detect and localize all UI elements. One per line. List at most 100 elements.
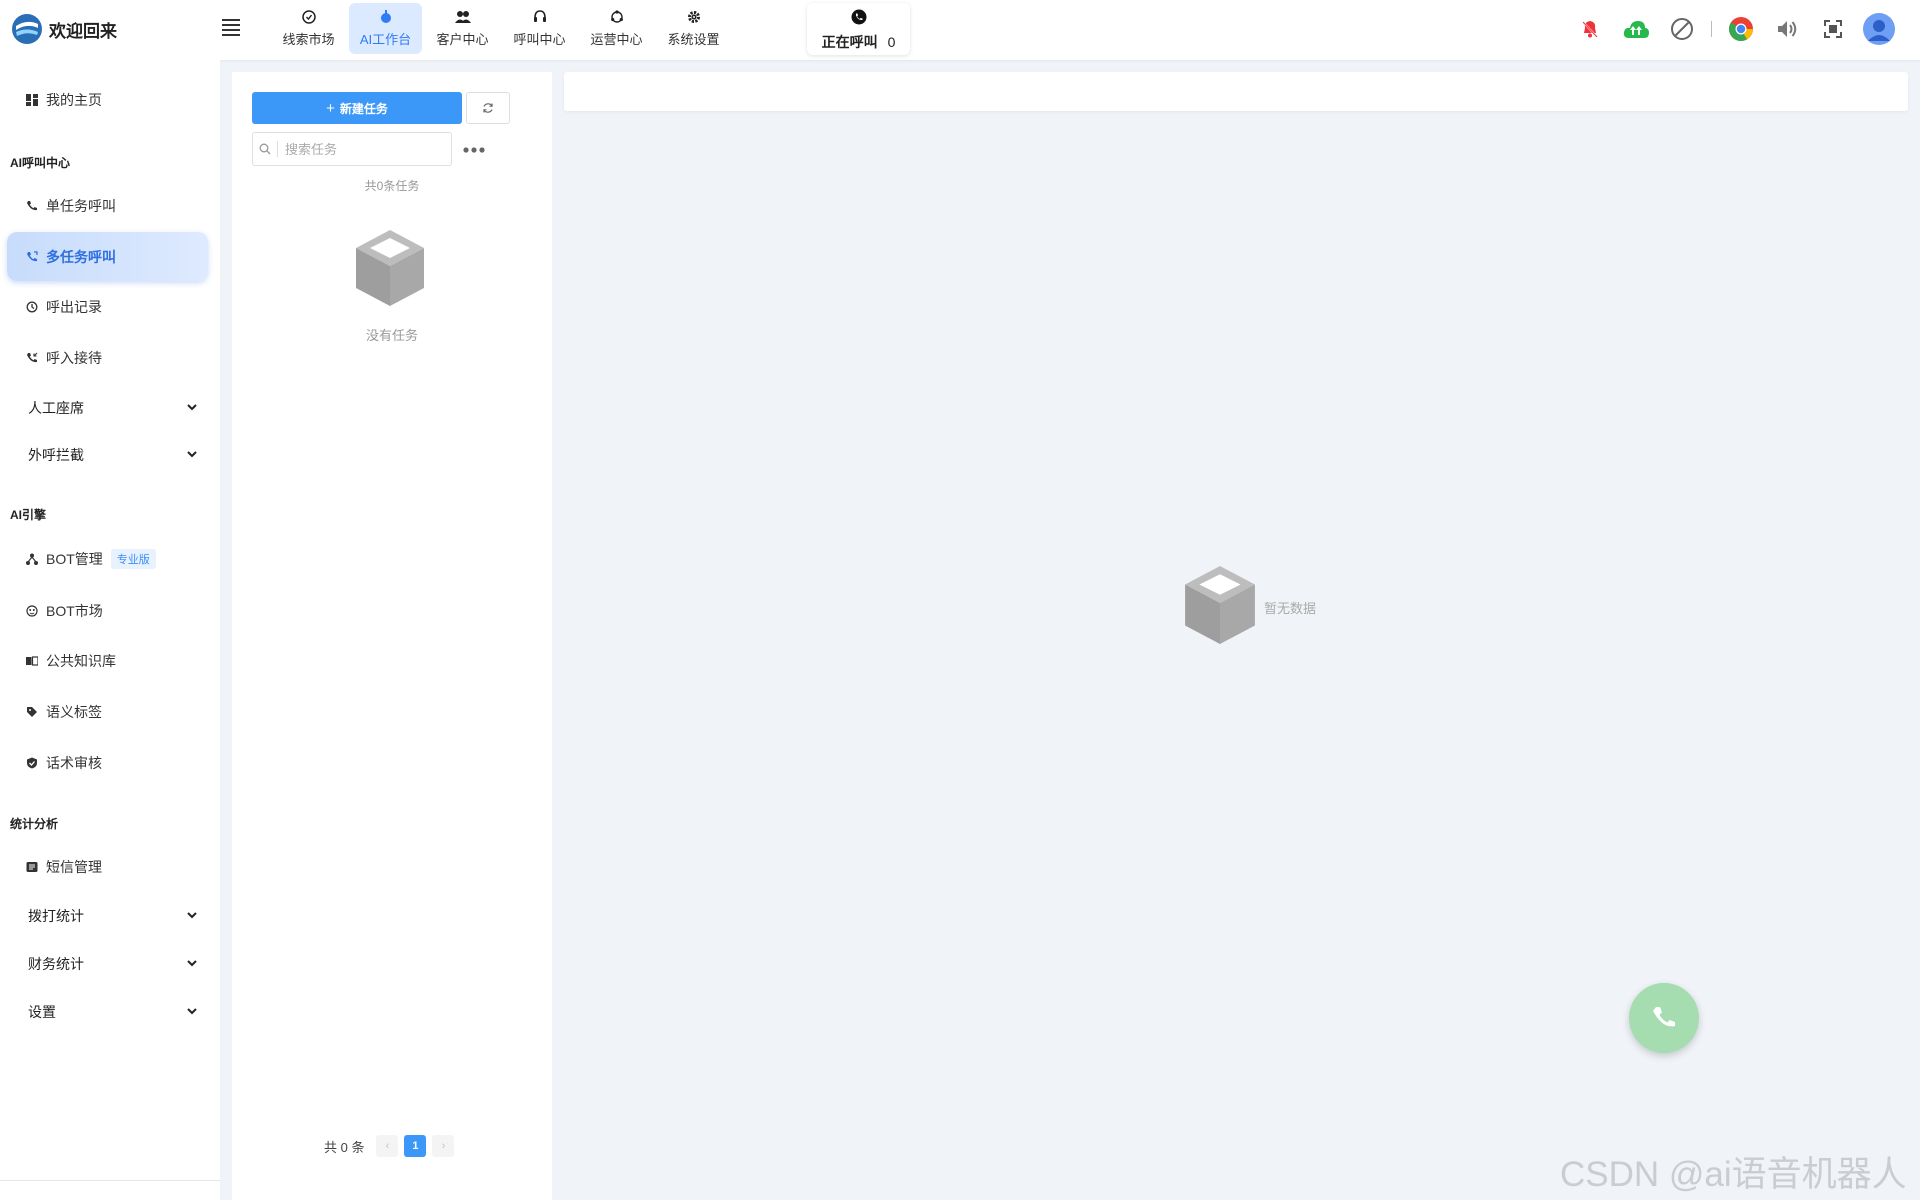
calling-count: 0 — [887, 34, 896, 50]
nav-ai-workbench[interactable]: AI工作台 — [349, 3, 422, 54]
task-count: 共0条任务 — [364, 179, 420, 193]
chevron-down-icon — [187, 1008, 197, 1015]
chevron-down-icon — [187, 451, 197, 458]
sidebar-item-bot-market[interactable]: BOT市场 — [7, 586, 208, 635]
sidebar-item-semantic-tags[interactable]: 语义标签 — [7, 687, 208, 736]
calling-status[interactable]: 正在呼叫 0 — [807, 3, 910, 55]
call-button[interactable] — [1629, 983, 1699, 1053]
book-icon — [25, 654, 39, 668]
sidebar-group-agents[interactable]: 人工座席 — [7, 388, 208, 428]
top-nav: 线索市场 AI工作台 客户中心 呼叫中心 运营中心 系统设置 — [272, 3, 734, 54]
prev-page-button[interactable]: ‹ — [376, 1135, 399, 1157]
phone-multi-icon — [25, 250, 39, 264]
phone-incoming-icon — [25, 351, 39, 365]
sidebar-group-finance-stats[interactable]: 财务统计 — [7, 944, 208, 984]
section-ai-engine: AI引擎 — [10, 508, 47, 522]
sidebar-group-intercept[interactable]: 外呼拦截 — [7, 435, 208, 475]
refresh-icon — [483, 103, 493, 113]
gear-icon — [686, 9, 702, 25]
fullscreen-icon[interactable] — [1816, 12, 1850, 46]
next-page-button[interactable]: › — [432, 1135, 455, 1157]
avatar[interactable] — [1862, 12, 1896, 46]
sidebar-item-multi-call[interactable]: 多任务呼叫 — [7, 232, 208, 281]
nav-label: AI工作台 — [359, 32, 412, 47]
sidebar-item-home[interactable]: 我的主页 — [7, 75, 208, 124]
tag-icon — [25, 705, 39, 719]
sidebar-item-outbound-records[interactable]: 呼出记录 — [7, 282, 208, 331]
sidebar-group-label: 外呼拦截 — [28, 447, 84, 463]
sidebar-item-label: 多任务呼叫 — [46, 248, 116, 265]
nav-clue-market[interactable]: 线索市场 — [272, 3, 345, 54]
sidebar-group-dial-stats[interactable]: 拨打统计 — [7, 896, 208, 936]
users-icon — [454, 9, 471, 25]
sidebar-item-label: 我的主页 — [46, 91, 102, 108]
phone-call-icon — [851, 9, 866, 25]
divider — [1711, 21, 1712, 37]
logo-icon — [12, 14, 42, 44]
section-stats: 统计分析 — [10, 817, 59, 831]
sidebar-item-script-review[interactable]: 话术审核 — [7, 738, 208, 787]
sidebar-item-inbound[interactable]: 呼入接待 — [7, 333, 208, 382]
no-data-text: 暂无数据 — [1264, 601, 1317, 616]
pro-badge: 专业版 — [110, 548, 156, 569]
nav-label: 客户中心 — [436, 32, 489, 47]
pagination-total: 共 0 条 — [324, 1139, 365, 1155]
watermark: CSDN @ai语音机器人 — [1560, 1155, 1907, 1194]
sidebar-group-label: 拨打统计 — [28, 908, 84, 924]
sidebar: 我的主页 AI呼叫中心 单任务呼叫 多任务呼叫 呼出记录 呼入接待 人工座席 外… — [0, 60, 220, 1200]
sidebar-item-label: 短信管理 — [46, 858, 102, 875]
headset-icon — [532, 9, 548, 25]
sidebar-item-label: BOT管理 — [46, 550, 103, 567]
nav-label: 系统设置 — [667, 32, 720, 47]
top-bar: 欢迎回来 线索市场 AI工作台 客户中心 呼叫中心 运营中心 系统设置 正在呼叫… — [0, 0, 1920, 60]
new-task-button[interactable]: + 新建任务 — [252, 92, 462, 124]
section-ai-call: AI呼叫中心 — [10, 156, 71, 170]
nav-customer-center[interactable]: 客户中心 — [426, 3, 499, 54]
sidebar-item-label: 语义标签 — [46, 703, 102, 720]
new-task-label: 新建任务 — [339, 101, 388, 116]
plus-icon: + — [326, 99, 335, 117]
refresh-button[interactable] — [466, 92, 510, 124]
chevron-down-icon — [187, 404, 197, 411]
message-icon — [25, 860, 39, 874]
phone-icon — [25, 199, 39, 213]
sidebar-item-label: 呼入接待 — [46, 349, 102, 366]
nav-call-center[interactable]: 呼叫中心 — [503, 3, 576, 54]
search-input[interactable] — [285, 141, 445, 157]
sidebar-divider — [0, 1180, 220, 1181]
sidebar-item-single-call[interactable]: 单任务呼叫 — [7, 181, 208, 230]
phone-icon — [1653, 1007, 1675, 1027]
block-icon[interactable] — [1665, 12, 1699, 46]
empty-box-icon — [356, 230, 424, 306]
page-number[interactable]: 1 — [404, 1135, 427, 1157]
header-actions — [1561, 12, 1896, 46]
nav-system-settings[interactable]: 系统设置 — [657, 3, 730, 54]
brand-title: 欢迎回来 — [49, 22, 117, 41]
search-divider — [277, 141, 278, 157]
search-field[interactable] — [252, 132, 452, 166]
compass-icon — [301, 9, 317, 25]
sidebar-item-knowledge[interactable]: 公共知识库 — [7, 636, 208, 685]
sidebar-group-label: 设置 — [28, 1004, 56, 1020]
sidebar-group-label: 财务统计 — [28, 956, 84, 972]
sidebar-item-sms[interactable]: 短信管理 — [7, 842, 208, 891]
search-icon — [259, 143, 271, 155]
robot-face-icon — [25, 604, 39, 618]
volume-icon[interactable] — [1770, 12, 1804, 46]
bell-off-icon[interactable] — [1573, 12, 1607, 46]
cloud-upload-icon[interactable] — [1619, 12, 1653, 46]
menu-toggle-icon[interactable] — [222, 19, 240, 36]
main-toolbar — [564, 72, 1908, 111]
history-icon — [25, 300, 39, 314]
dashboard-icon — [25, 93, 39, 107]
pagination: 共 0 条 ‹ 1 › — [324, 1135, 455, 1157]
more-icon[interactable] — [462, 146, 486, 154]
chrome-icon[interactable] — [1724, 12, 1758, 46]
nav-operation-center[interactable]: 运营中心 — [580, 3, 653, 54]
network-icon — [25, 552, 39, 566]
sidebar-group-settings[interactable]: 设置 — [7, 992, 208, 1032]
robot-icon — [378, 9, 394, 25]
sidebar-group-label: 人工座席 — [28, 400, 84, 416]
sidebar-item-bot-manage[interactable]: BOT管理 专业版 — [7, 534, 208, 583]
sidebar-item-label: 公共知识库 — [46, 652, 116, 669]
